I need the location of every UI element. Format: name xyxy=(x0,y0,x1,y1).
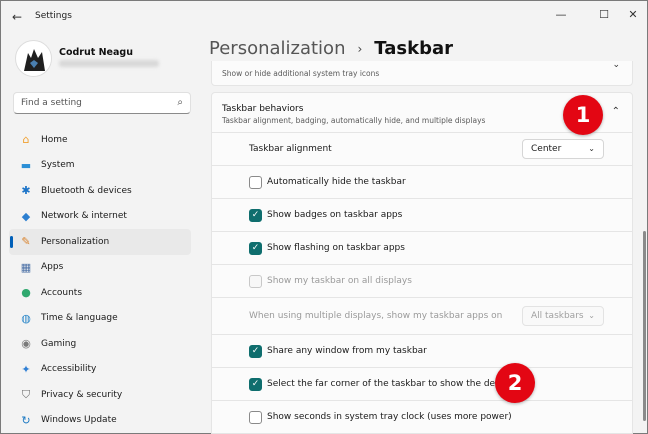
sidebar-item-label: Personalization xyxy=(41,236,110,247)
option-label[interactable]: Share any window from my taskbar xyxy=(267,346,427,356)
minimize-button[interactable]: — xyxy=(549,5,573,23)
breadcrumb-separator: › xyxy=(357,41,363,56)
maximize-button[interactable]: ☐ xyxy=(592,5,616,23)
checkbox[interactable]: ✓ xyxy=(249,378,262,391)
avatar[interactable] xyxy=(15,40,52,77)
page-title: Taskbar xyxy=(374,38,453,59)
sidebar-item-apps[interactable]: ▦ Apps xyxy=(9,255,191,281)
taskbar-alignment-label: Taskbar alignment xyxy=(249,144,332,154)
checkmark-icon: ✓ xyxy=(251,243,260,253)
search-icon[interactable]: ⌕ xyxy=(177,97,183,108)
sidebar-item-label: Gaming xyxy=(41,338,77,349)
system-tray-icons-card[interactable]: Show or hide additional system tray icon… xyxy=(211,61,633,86)
option-label[interactable]: Automatically hide the taskbar xyxy=(267,177,406,187)
sidebar-item-bluetooth-devices[interactable]: ✱ Bluetooth & devices xyxy=(9,178,191,204)
checkmark-icon: ✓ xyxy=(251,210,260,220)
option-row: Show seconds in system tray clock (uses … xyxy=(211,401,633,434)
monitor-icon: ▬ xyxy=(20,158,32,172)
sidebar-item-home[interactable]: ⌂ Home xyxy=(9,127,191,153)
card-title: Taskbar behaviors xyxy=(222,104,304,114)
apps-icon: ▦ xyxy=(20,260,32,274)
sidebar-item-label: Network & internet xyxy=(41,211,127,222)
chevron-down-icon[interactable]: ⌄ xyxy=(612,61,620,70)
update-icon: ↻ xyxy=(21,413,31,427)
title-bar: ← Settings — ☐ ✕ xyxy=(1,1,647,33)
sidebar-item-label: System xyxy=(41,160,75,171)
globe-clock-icon: ◍ xyxy=(21,311,31,325)
option-label[interactable]: Select the far corner of the taskbar to … xyxy=(267,379,520,389)
option-row: Show my taskbar on all displays xyxy=(211,265,633,298)
app-title: Settings xyxy=(35,11,72,21)
sidebar-item-accounts[interactable]: ● Accounts xyxy=(9,280,191,306)
scrollbar[interactable] xyxy=(643,231,646,421)
checkbox xyxy=(249,275,262,288)
sidebar-item-privacy-security[interactable]: ⛉ Privacy & security xyxy=(9,382,191,408)
sidebar-item-system[interactable]: ▬ System xyxy=(9,153,191,179)
option-row: ✓ Share any window from my taskbar xyxy=(211,335,633,368)
dropdown-value: All taskbars xyxy=(531,311,584,321)
option-label[interactable]: Show seconds in system tray clock (uses … xyxy=(267,412,512,422)
multi-display-dropdown: All taskbars ⌄ xyxy=(522,306,604,326)
user-email-blurred xyxy=(59,60,159,67)
settings-window: ← Settings — ☐ ✕ Codrut Neagu Find a set… xyxy=(0,0,648,434)
controller-icon: ◉ xyxy=(21,337,31,351)
multi-display-row: When using multiple displays, show my ta… xyxy=(211,298,633,335)
chevron-down-icon: ⌄ xyxy=(588,311,595,320)
back-button[interactable]: ← xyxy=(7,7,27,27)
taskbar-alignment-row: Taskbar alignment Center ⌄ xyxy=(211,133,633,166)
sidebar-item-label: Home xyxy=(41,134,68,145)
breadcrumb-parent[interactable]: Personalization xyxy=(209,38,345,59)
card-subtitle: Show or hide additional system tray icon… xyxy=(222,69,380,78)
card-subtitle: Taskbar alignment, badging, automaticall… xyxy=(222,116,486,125)
checkbox[interactable]: ✓ xyxy=(249,345,262,358)
bluetooth-icon: ✱ xyxy=(21,184,31,198)
search-box[interactable]: Find a setting ⌕ xyxy=(13,92,191,114)
checkbox[interactable] xyxy=(249,411,262,424)
sidebar-item-gaming[interactable]: ◉ Gaming xyxy=(9,331,191,357)
sidebar-nav: ⌂ Home ▬ System ✱ Bluetooth & devices ◆ Network… xyxy=(9,127,191,433)
sidebar-item-label: Accessibility xyxy=(41,364,97,375)
chevron-up-icon[interactable]: ⌃ xyxy=(612,106,620,117)
option-label[interactable]: Show flashing on taskbar apps xyxy=(267,243,405,253)
sidebar-item-label: Apps xyxy=(41,262,64,273)
chevron-down-icon: ⌄ xyxy=(588,144,595,153)
sidebar-item-accessibility[interactable]: ✦ Accessibility xyxy=(9,357,191,383)
sidebar-item-windows-update[interactable]: ↻ Windows Update xyxy=(9,408,191,434)
wolf-avatar-icon xyxy=(16,41,51,76)
annotation-marker-1: 1 xyxy=(563,95,603,135)
option-label: Show my taskbar on all displays xyxy=(267,276,412,286)
annotation-marker-2: 2 xyxy=(495,363,535,403)
multi-display-label: When using multiple displays, show my ta… xyxy=(249,311,503,321)
brush-icon: ✎ xyxy=(21,235,31,249)
sidebar-item-network-internet[interactable]: ◆ Network & internet xyxy=(9,204,191,230)
checkbox[interactable] xyxy=(249,176,262,189)
option-row: ✓ Show flashing on taskbar apps xyxy=(211,232,633,265)
sidebar-item-time-language[interactable]: ◍ Time & language xyxy=(9,306,191,332)
option-row: ✓ Show badges on taskbar apps xyxy=(211,199,633,232)
sidebar-item-label: Windows Update xyxy=(41,415,117,426)
option-label[interactable]: Show badges on taskbar apps xyxy=(267,210,402,220)
option-row: Automatically hide the taskbar xyxy=(211,166,633,199)
sidebar-item-label: Accounts xyxy=(41,287,83,298)
checkmark-icon: ✓ xyxy=(251,379,260,389)
option-row: ✓ Select the far corner of the taskbar to… xyxy=(211,368,633,401)
shield-icon: ⛉ xyxy=(21,387,31,401)
home-icon: ⌂ xyxy=(22,133,30,147)
breadcrumb: Personalization › Taskbar xyxy=(209,38,453,59)
dropdown-value: Center xyxy=(531,144,562,154)
sidebar-item-label: Bluetooth & devices xyxy=(41,185,132,196)
user-name: Codrut Neagu xyxy=(59,47,133,58)
sidebar-item-label: Time & language xyxy=(41,313,118,324)
close-button[interactable]: ✕ xyxy=(621,5,645,23)
taskbar-alignment-dropdown[interactable]: Center ⌄ xyxy=(522,139,604,159)
checkbox[interactable]: ✓ xyxy=(249,209,262,222)
checkbox[interactable]: ✓ xyxy=(249,242,262,255)
sidebar-item-label: Privacy & security xyxy=(41,389,123,400)
search-input[interactable]: Find a setting xyxy=(21,98,82,108)
accessibility-icon: ✦ xyxy=(21,362,31,376)
person-icon: ● xyxy=(21,286,31,300)
checkmark-icon: ✓ xyxy=(251,346,260,356)
sidebar-item-personalization[interactable]: ✎ Personalization xyxy=(9,229,191,255)
wifi-icon: ◆ xyxy=(21,209,31,223)
